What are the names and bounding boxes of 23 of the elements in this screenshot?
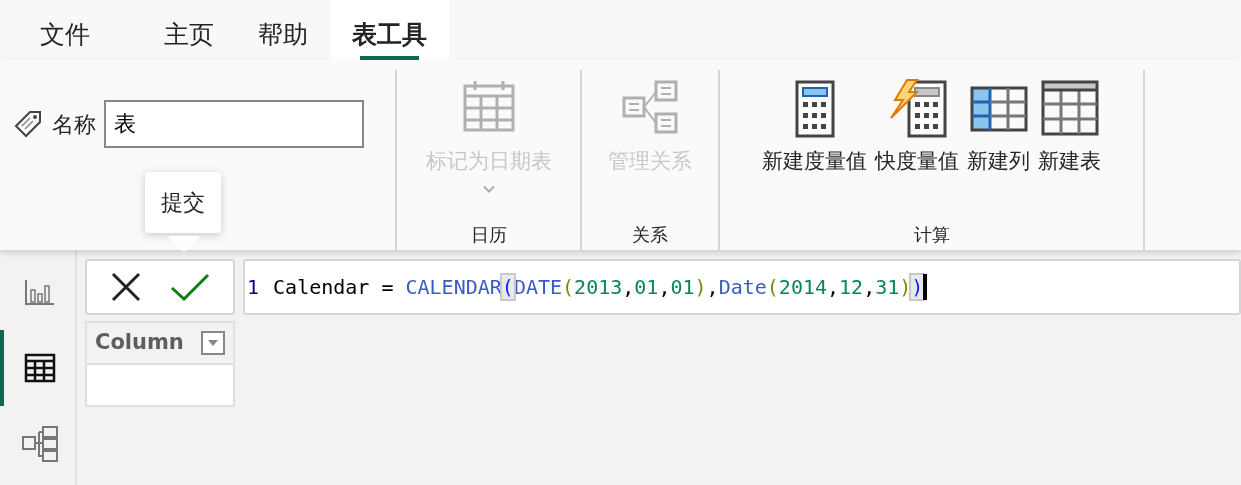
chevron-icon bbox=[482, 185, 495, 193]
group-label: 计算 bbox=[913, 223, 950, 247]
ribbon-button[interactable]: 新建度量值 bbox=[758, 70, 871, 178]
ribbon-button[interactable]: 新建表 bbox=[1034, 70, 1105, 178]
tooltip: 提交 bbox=[145, 172, 221, 233]
model-diagram-icon bbox=[20, 425, 59, 463]
ribbon-button[interactable]: 新建列 bbox=[963, 70, 1034, 178]
table-icon bbox=[1039, 78, 1100, 138]
bar-chart-icon bbox=[23, 278, 56, 306]
column-header: Column bbox=[85, 321, 235, 365]
table-icon bbox=[23, 353, 56, 383]
ribbon-tab[interactable]: 帮助 bbox=[236, 0, 330, 60]
name-field[interactable]: 表 bbox=[103, 100, 364, 148]
ribbon-tab[interactable]: 表工具 bbox=[330, 0, 449, 60]
group-label: 关系 bbox=[632, 223, 668, 247]
caret-icon bbox=[207, 339, 219, 347]
ribbon-button[interactable]: 快度量值 bbox=[871, 70, 963, 178]
ribbon-tab[interactable]: 主页 bbox=[142, 0, 236, 60]
group-label: 日历 bbox=[470, 223, 507, 247]
ribbon-tab[interactable]: 文件 bbox=[18, 0, 112, 60]
dropdown-button[interactable] bbox=[201, 331, 225, 355]
name-label: 名称 bbox=[51, 110, 96, 139]
lightning-calculator-icon bbox=[887, 78, 947, 138]
